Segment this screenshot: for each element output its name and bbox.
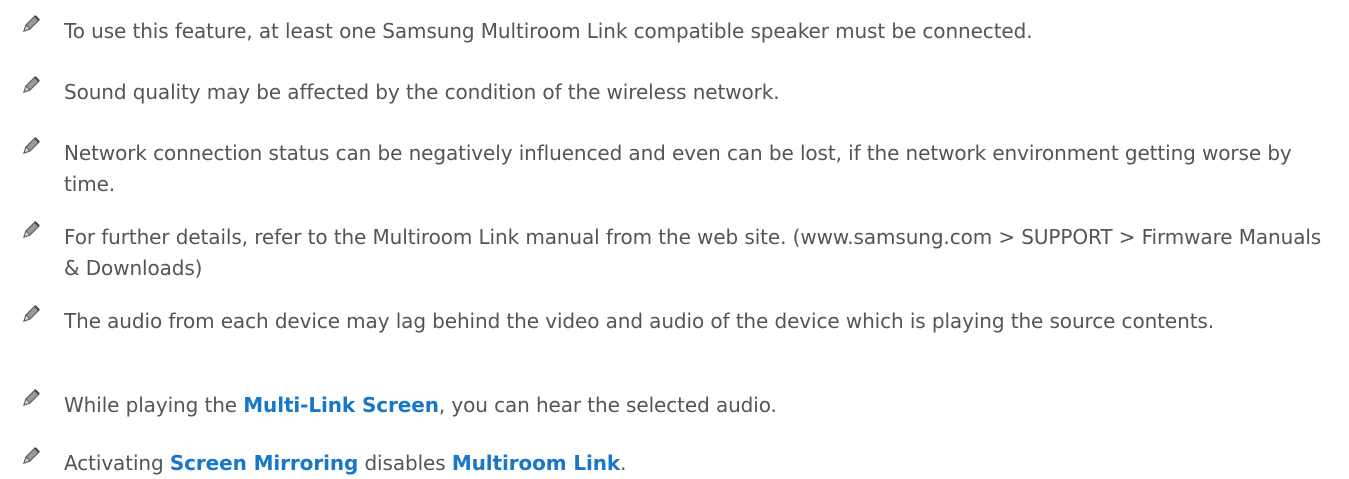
pencil-note-icon [23, 76, 40, 93]
pencil-note-icon [23, 305, 40, 322]
note-text: To use this feature, at least one Samsun… [64, 16, 1329, 47]
pencil-note-icon [23, 389, 40, 406]
note-text-segment: Network connection status can be negativ… [64, 141, 1292, 196]
note-text: While playing the Multi-Link Screen, you… [64, 390, 1329, 421]
note-text: For further details, refer to the Multir… [64, 222, 1329, 284]
pencil-note-icon [23, 137, 40, 154]
note-text-segment: To use this feature, at least one Samsun… [64, 19, 1033, 43]
note-text-segment: Activating [64, 451, 170, 475]
note-text: Activating Screen Mirroring disables Mul… [64, 448, 1329, 479]
highlighted-term: Multi-Link Screen [243, 393, 439, 417]
pencil-note-icon [23, 221, 40, 238]
note-text: The audio from each device may lag behin… [64, 306, 1329, 337]
pencil-note-icon [23, 15, 40, 32]
note-text: Sound quality may be affected by the con… [64, 77, 1329, 108]
pencil-note-icon [23, 447, 40, 464]
note-text-segment: The audio from each device may lag behin… [64, 309, 1215, 333]
note-text: Network connection status can be negativ… [64, 138, 1329, 200]
notes-list: To use this feature, at least one Samsun… [0, 0, 1349, 478]
note-text-segment: . [620, 451, 627, 475]
note-text-segment: , you can hear the selected audio. [438, 393, 777, 417]
note-text-segment: disables [358, 451, 452, 475]
highlighted-term: Multiroom Link [451, 451, 621, 475]
note-text-segment: Sound quality may be affected by the con… [64, 80, 780, 104]
note-text-segment: For further details, refer to the Multir… [64, 225, 1322, 280]
note-text-segment: While playing the [64, 393, 244, 417]
highlighted-term: Screen Mirroring [169, 451, 359, 475]
